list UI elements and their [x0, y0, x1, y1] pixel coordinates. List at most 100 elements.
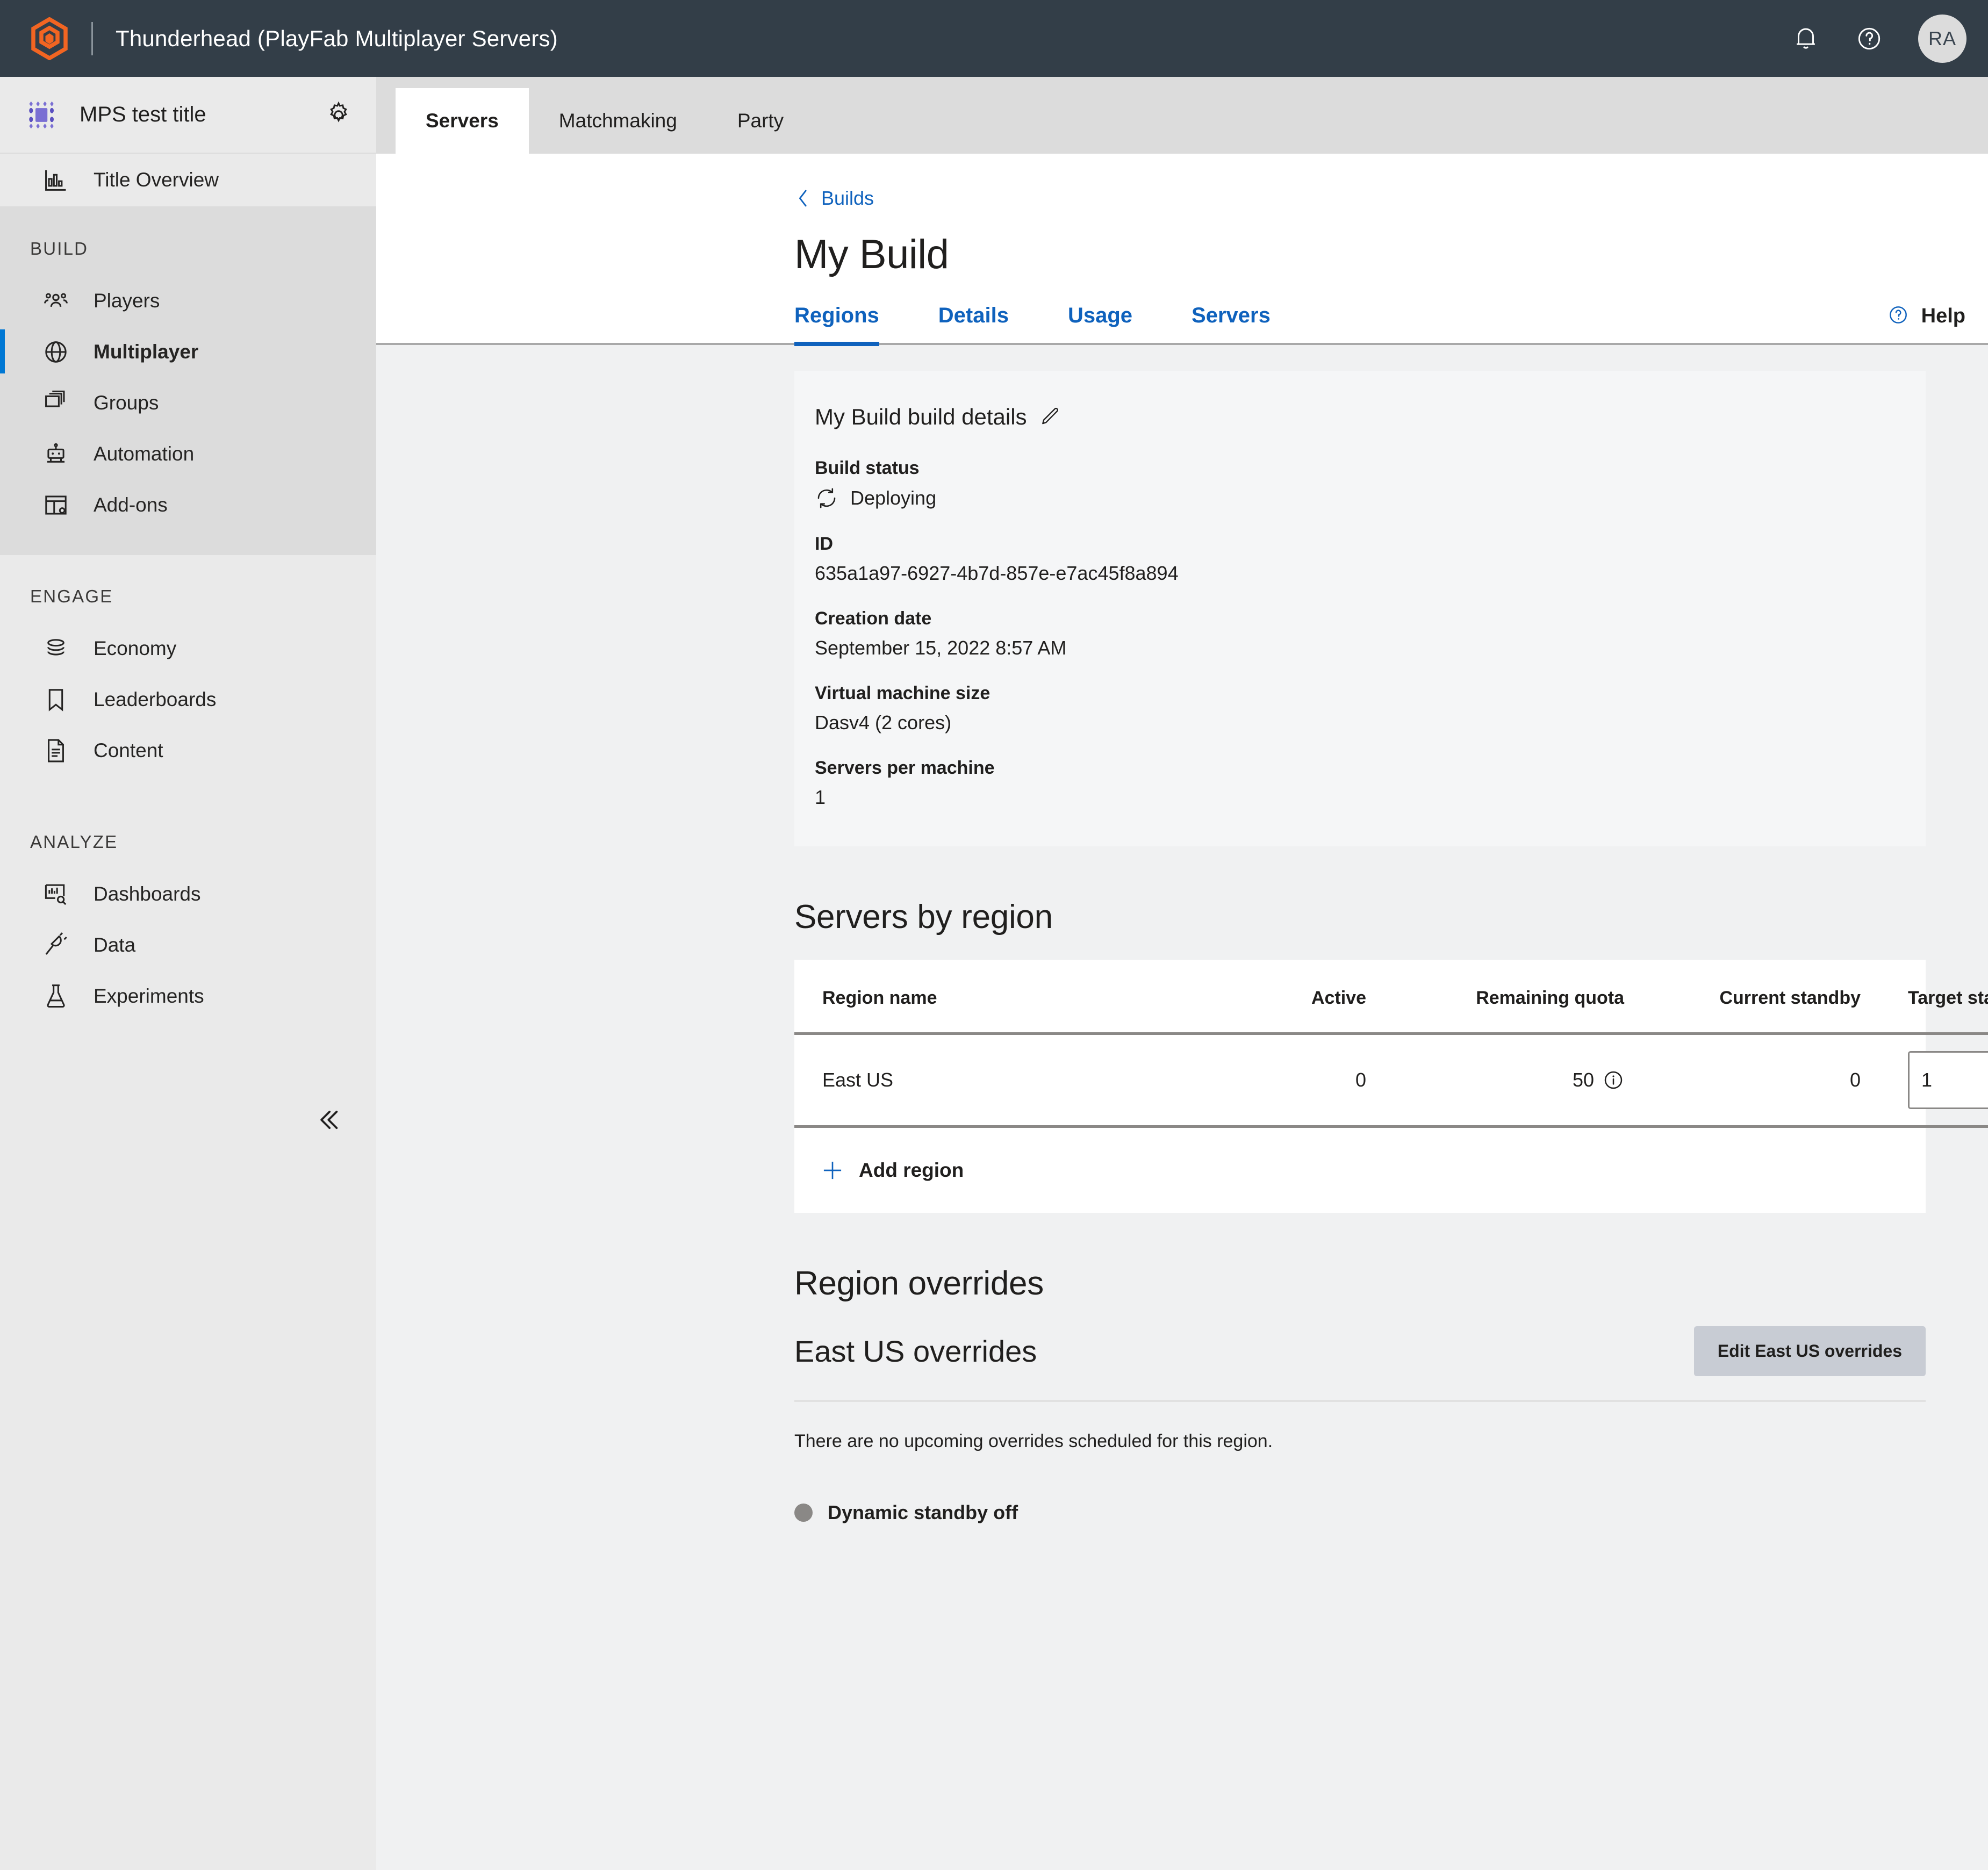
sync-refresh-icon [815, 486, 838, 510]
tab-servers[interactable]: Servers [396, 88, 529, 154]
sidebar-item-add-ons[interactable]: Add-ons [0, 479, 376, 530]
field-key: Servers per machine [815, 758, 995, 778]
build-details-card: My Build build details Build status Depl… [794, 371, 1926, 846]
page-title: My Build [794, 232, 949, 277]
field-value: 1 [815, 786, 826, 808]
robot-icon [42, 440, 70, 468]
sidebar-item-players[interactable]: Players [0, 275, 376, 326]
bell-icon[interactable] [1791, 24, 1820, 53]
sidebar-group-heading: ANALYZE [30, 832, 118, 852]
cell-current-standby: 0 [1649, 1033, 1885, 1128]
sidebar-item-experiments[interactable]: Experiments [0, 970, 376, 1022]
breadcrumb: Builds [376, 154, 1988, 211]
region-overrides-header-row: East US overrides Edit East US overrides [794, 1326, 1926, 1402]
addons-table-icon [42, 491, 70, 519]
globe-icon [42, 338, 70, 366]
sidebar-item-multiplayer[interactable]: Multiplayer [0, 326, 376, 377]
sidebar: MPS test title Title Overview BUILD Play… [0, 77, 376, 1870]
servers-by-region-heading: Servers by region [794, 898, 1053, 936]
help-circle-icon[interactable] [1855, 24, 1884, 53]
help-link[interactable]: Help [1887, 304, 1965, 343]
col-current-standby: Current standby [1649, 960, 1885, 1035]
sidebar-item-title-overview[interactable]: Title Overview [0, 154, 376, 207]
sidebar-item-leaderboards[interactable]: Leaderboards [0, 674, 376, 725]
cell-region-name: East US [794, 1033, 1214, 1128]
edit-overrides-button[interactable]: Edit East US overrides [1693, 1326, 1926, 1376]
cell-active: 0 [1214, 1033, 1391, 1128]
sidebar-item-dashboards[interactable]: Dashboards [0, 868, 376, 919]
sidebar-item-groups[interactable]: Groups [0, 377, 376, 428]
col-remaining-quota: Remaining quota [1391, 960, 1649, 1035]
field-value: Dasv4 (2 cores) [815, 711, 952, 733]
sidebar-group-build: BUILD Players Multiplayer Groups Automat… [0, 207, 376, 555]
dynamic-standby-status: Dynamic standby off [794, 1501, 1946, 1524]
sidebar-item-label: Title Overview [94, 169, 219, 191]
field-servers-per-machine: Servers per machine 1 [815, 758, 1926, 809]
add-region-button[interactable]: Add region [794, 1128, 1926, 1213]
region-overrides-heading: Region overrides [794, 1265, 1044, 1302]
sidebar-item-label: Experiments [94, 984, 204, 1007]
cell-remaining-quota: 50 [1391, 1033, 1649, 1128]
sidebar-item-label: Data [94, 933, 136, 956]
status-dot-icon [794, 1504, 813, 1522]
field-creation-date: Creation date September 15, 2022 8:57 AM [815, 608, 1926, 659]
sidebar-item-content[interactable]: Content [0, 725, 376, 776]
servers-by-region-table-wrap: Region name Active Remaining quota Curre… [794, 960, 1988, 1213]
regions-panel-inner: My Build build details Build status Depl… [376, 371, 1988, 1524]
chevron-left-icon [795, 189, 810, 208]
sidebar-group-engage: ENGAGE Economy Leaderboards Content [0, 555, 376, 801]
gear-icon[interactable] [324, 100, 354, 130]
region-overrides-note: There are no upcoming overrides schedule… [794, 1431, 1273, 1451]
sidebar-item-label: Add-ons [94, 493, 168, 516]
pencil-icon[interactable] [1039, 405, 1063, 429]
build-details-heading-row: My Build build details [815, 404, 1926, 430]
build-details-heading: My Build build details [815, 404, 1027, 429]
sidebar-item-data[interactable]: Data [0, 919, 376, 970]
thunderhead-logo-icon [28, 16, 71, 61]
sidebar-item-label: Automation [94, 442, 195, 465]
subtab-servers[interactable]: Servers [1192, 304, 1271, 346]
table-header-row: Region name Active Remaining quota Curre… [794, 960, 1988, 1035]
product-title: Thunderhead (PlayFab Multiplayer Servers… [116, 25, 558, 51]
sidebar-item-automation[interactable]: Automation [0, 428, 376, 479]
breadcrumb-builds-link[interactable]: Builds [795, 187, 874, 210]
subtab-details[interactable]: Details [938, 304, 1009, 346]
field-value: 635a1a97-6927-4b7d-857e-e7ac45f8a894 [815, 562, 1179, 584]
field-key: Creation date [815, 608, 932, 629]
tab-party[interactable]: Party [707, 88, 814, 154]
info-circle-icon[interactable] [1603, 1069, 1624, 1091]
main-content: Servers Matchmaking Party Builds My Buil… [376, 77, 1988, 1870]
double-chevron-left-icon[interactable] [311, 1102, 346, 1138]
regions-panel: My Build build details Build status Depl… [376, 345, 1988, 1870]
field-value: September 15, 2022 8:57 AM [815, 637, 1067, 659]
table-body: East US 0 50 0 1 [794, 1033, 1988, 1128]
sidebar-item-economy[interactable]: Economy [0, 623, 376, 674]
servers-by-region-table: Region name Active Remaining quota Curre… [794, 960, 1988, 1128]
field-key: ID [815, 534, 833, 554]
sidebar-item-label: Players [94, 289, 160, 312]
sidebar-item-label: Groups [94, 391, 159, 414]
sidebar-item-label: Content [94, 739, 163, 761]
sidebar-group-heading: BUILD [30, 239, 89, 258]
flask-icon [42, 982, 70, 1010]
plug-icon [42, 931, 70, 959]
top-app-bar: Thunderhead (PlayFab Multiplayer Servers… [0, 0, 1988, 77]
build-status-text: Deploying [850, 487, 937, 509]
sidebar-item-label: Multiplayer [94, 340, 199, 363]
field-id: ID 635a1a97-6927-4b7d-857e-e7ac45f8a894 [815, 534, 1926, 585]
sub-tab-bar: Regions Details Usage Servers Help [376, 304, 1988, 346]
field-build-status: Build status Deploying [815, 458, 1926, 510]
subtab-regions[interactable]: Regions [794, 304, 879, 346]
target-standby-input[interactable] [1908, 1051, 1988, 1109]
field-value: Deploying [815, 486, 1926, 510]
sidebar-title: MPS test title [80, 103, 206, 126]
cell-target-standby [1885, 1033, 1988, 1128]
help-circle-icon [1887, 304, 1910, 329]
bar-chart-icon [42, 166, 70, 194]
sidebar-item-label: Dashboards [94, 882, 201, 905]
avatar[interactable]: RA [1918, 14, 1967, 63]
subtab-usage[interactable]: Usage [1068, 304, 1132, 346]
top-tab-bar: Servers Matchmaking Party [376, 77, 1988, 154]
stacked-windows-icon [42, 389, 70, 417]
tab-matchmaking[interactable]: Matchmaking [529, 88, 707, 154]
